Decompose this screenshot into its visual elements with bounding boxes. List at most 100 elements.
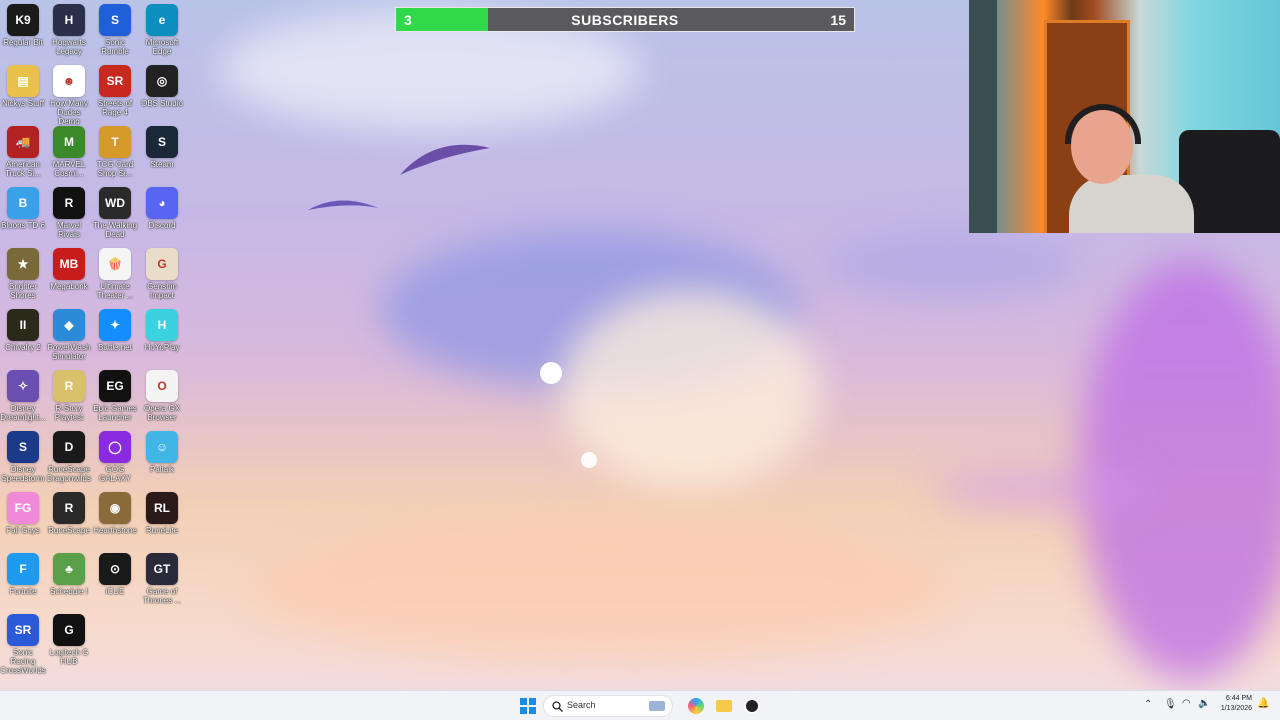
desktop-icon-label: Ultimate Theater ... (96, 282, 134, 300)
desktop-icon-label: Epic Games Launcher (93, 404, 137, 422)
widget-icon (649, 701, 665, 711)
desktop-icon-label: Opera GX Browser (143, 404, 180, 422)
clock-date[interactable]: 1/13/2026 (1210, 705, 1252, 712)
start-button[interactable] (518, 696, 538, 716)
desktop-icon[interactable]: ◎ OBS Studio (139, 65, 185, 108)
taskbar-copilot[interactable] (686, 696, 706, 716)
app-icon: S (99, 4, 131, 36)
desktop-icon[interactable]: ★ Brighter Shores (0, 248, 46, 300)
volume-icon[interactable]: 🔈 (1198, 698, 1210, 709)
desktop-icon-label: Brighter Shores (8, 282, 37, 300)
desktop-icon[interactable]: B Bloons TD 6 (0, 187, 46, 230)
webcam-overlay (969, 0, 1280, 233)
desktop-icon-label: Nickys Stuff (1, 99, 45, 108)
desktop-icon[interactable]: G Logitech G HUB (46, 614, 92, 666)
app-icon: ◯ (99, 431, 131, 463)
desktop-icon[interactable]: e Microsoft Edge (139, 4, 185, 56)
desktop-icon[interactable]: T TCG Card Shop Si... (92, 126, 138, 178)
app-icon: B (7, 187, 39, 219)
desktop-icon[interactable]: MB Megabonk (46, 248, 92, 291)
wifi-icon[interactable]: ◠ (1182, 698, 1191, 709)
app-icon: ⊙ (99, 553, 131, 585)
birds-silhouette (308, 144, 490, 210)
windows-logo-icon (520, 698, 536, 714)
desktop-icon-label: Paltalk (149, 465, 174, 474)
desktop-icon-label: iCUE (105, 587, 125, 596)
desktop-icon-label: Discord (148, 221, 176, 230)
desktop-icon[interactable]: ✧ Disney Dreamlight... (0, 370, 46, 422)
desktop-icon[interactable]: SR Streets of Rage 4 (92, 65, 138, 117)
desktop-icon[interactable]: G Genshin Impact (139, 248, 185, 300)
app-icon: H (53, 4, 85, 36)
desktop-icon[interactable]: M MARVEL Cosmi... (46, 126, 92, 178)
desktop-icon[interactable]: ✦ Battle.net (92, 309, 138, 352)
desktop-icon-label: Schedule I (50, 587, 88, 596)
desktop-icon-label: MARVEL Cosmi... (52, 160, 86, 178)
desktop-icon-label: Chivalry 2 (5, 343, 41, 352)
desktop-icon-label: Fall Guys (6, 526, 40, 535)
notification-bell-icon[interactable]: 🔔 (1257, 698, 1269, 709)
desktop-icon-label: OBS Studio (141, 99, 183, 108)
desktop-icon-label: Hogwarts Legacy (52, 38, 86, 56)
app-icon: FG (7, 492, 39, 524)
tray-chevron-icon[interactable]: ⌃ (1144, 699, 1152, 710)
app-icon: 🚚 (7, 126, 39, 158)
app-icon: EG (99, 370, 131, 402)
desktop-icon-label: How Many Dudes Demo (50, 99, 88, 126)
search-placeholder: Search (567, 700, 596, 710)
desktop-icon[interactable]: ☻ How Many Dudes Demo (46, 65, 92, 126)
desktop-icon[interactable]: H Hogwarts Legacy (46, 4, 92, 56)
desktop-icon[interactable]: R RuneScape (46, 492, 92, 535)
desktop-icon-label: Bloons TD 6 (1, 221, 45, 230)
app-icon: H (146, 309, 178, 341)
desktop-icon[interactable]: K9 Regular Bit (0, 4, 46, 47)
app-icon: WD (99, 187, 131, 219)
desktop-icon[interactable]: WD The Walking Dead (92, 187, 138, 239)
desktop-icon-label: RuneScape Dragonwilds (46, 465, 92, 483)
desktop-icon[interactable]: SR Sonic Racing CrossWorlds (0, 614, 46, 675)
desktop-icon[interactable]: S Steam (139, 126, 185, 169)
desktop-icon[interactable]: S Disney Speedstorm (0, 431, 46, 483)
desktop-icon-label: Battle.net (98, 343, 132, 352)
app-icon: R (53, 187, 85, 219)
desktop-icon[interactable]: ◕ Discord (139, 187, 185, 230)
doorframe (969, 0, 997, 233)
app-icon: II (7, 309, 39, 341)
desktop-icon-label: Fortnite (9, 587, 37, 596)
desktop-icon[interactable]: ♣ Schedule I (46, 553, 92, 596)
desktop-icon[interactable]: 🍿 Ultimate Theater ... (92, 248, 138, 300)
app-icon: D (53, 431, 85, 463)
desktop-icon[interactable]: ◯ GOG GALAXY (92, 431, 138, 483)
desktop-icon-label: Steam (150, 160, 174, 169)
sparkle (540, 362, 562, 384)
taskbar-widget[interactable] (647, 696, 667, 716)
desktop-icon[interactable]: ⊙ iCUE (92, 553, 138, 596)
desktop-icon[interactable]: D RuneScape Dragonwilds (46, 431, 92, 483)
desktop-icon[interactable]: 🚚 American Truck Si... (0, 126, 46, 178)
desktop-icon-label: Game of Thrones ... (142, 587, 182, 605)
desktop-icons: K9 Regular Bit H Hogwarts Legacy S Sonic Rumb… (0, 0, 190, 690)
desktop-icon[interactable]: FG Fall Guys (0, 492, 46, 535)
taskbar-file-explorer[interactable] (714, 696, 734, 716)
app-icon: 🍿 (99, 248, 131, 280)
desktop-icon[interactable]: ▤ Nickys Stuff (0, 65, 46, 108)
desktop-icon[interactable]: EG Epic Games Launcher (92, 370, 138, 422)
desktop-icon[interactable]: F Fortnite (0, 553, 46, 596)
clock-time[interactable]: 6:44 PM (1210, 695, 1252, 702)
desktop-icon[interactable]: R R-Story Playtest (46, 370, 92, 422)
desktop-icon[interactable]: RL RuneLite (139, 492, 185, 535)
desktop-icon-label: Hearthstone (93, 526, 137, 535)
desktop-icon[interactable]: II Chivalry 2 (0, 309, 46, 352)
microphone-icon[interactable]: 🎙 (1164, 699, 1177, 710)
desktop-icon[interactable]: S Sonic Rumble (92, 4, 138, 56)
desktop-icon[interactable]: ◉ Hearthstone (92, 492, 138, 535)
desktop-icon-label: PowerWash Simulator (47, 343, 91, 361)
taskbar-obs[interactable] (742, 696, 762, 716)
desktop-icon[interactable]: H HoYoPlay (139, 309, 185, 352)
app-icon: RL (146, 492, 178, 524)
desktop-icon[interactable]: GT Game of Thrones ... (139, 553, 185, 605)
desktop-icon[interactable]: ☺ Paltalk (139, 431, 185, 474)
desktop-icon[interactable]: O Opera GX Browser (139, 370, 185, 422)
desktop-icon[interactable]: R Marvel Rivals (46, 187, 92, 239)
desktop-icon[interactable]: ◆ PowerWash Simulator (46, 309, 92, 361)
